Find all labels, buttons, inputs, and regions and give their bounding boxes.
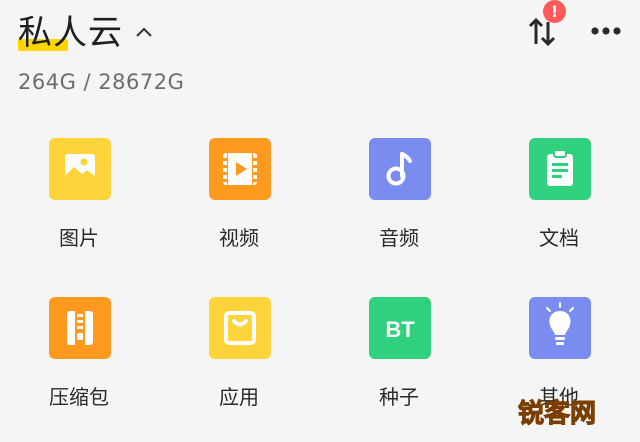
page-title: 私人云 xyxy=(18,12,123,54)
tile-label: 种子 xyxy=(379,385,419,409)
more-icon[interactable] xyxy=(590,24,622,38)
tile-label: 视频 xyxy=(219,226,259,250)
watermark-logo: 锐客网 xyxy=(517,399,597,430)
tile-archives[interactable]: 压缩包 xyxy=(9,297,149,437)
tile-documents[interactable]: 文档 xyxy=(489,138,629,278)
music-note-icon xyxy=(369,138,431,200)
chevron-up-icon[interactable] xyxy=(133,22,155,44)
bulb-icon xyxy=(529,297,591,359)
tile-torrents[interactable]: BT 种子 xyxy=(329,297,469,437)
notification-badge: ! xyxy=(543,0,566,23)
bt-icon: BT xyxy=(369,297,431,359)
tile-images[interactable]: 图片 xyxy=(9,138,149,278)
tile-label: 图片 xyxy=(59,226,99,250)
page-title-text: 私人云 xyxy=(18,13,123,53)
tile-audio[interactable]: 音频 xyxy=(329,138,469,278)
video-icon xyxy=(209,138,271,200)
tile-videos[interactable]: 视频 xyxy=(169,138,309,278)
image-icon xyxy=(49,138,111,200)
tile-label: 应用 xyxy=(219,385,259,409)
svg-text:BT: BT xyxy=(385,317,415,342)
document-icon xyxy=(529,138,591,200)
tile-label: 压缩包 xyxy=(49,385,109,409)
tile-apps[interactable]: 应用 xyxy=(169,297,309,437)
private-cloud-page: 私人云 264G / 28672G ! 图片 视频 音频 文档 压缩包 应用 B… xyxy=(0,0,640,442)
app-bag-icon xyxy=(209,297,271,359)
storage-usage: 264G / 28672G xyxy=(18,70,185,94)
zip-icon xyxy=(49,297,111,359)
tile-label: 文档 xyxy=(539,226,579,250)
tile-label: 音频 xyxy=(379,226,419,250)
title-dropdown[interactable]: 私人云 xyxy=(18,12,155,54)
